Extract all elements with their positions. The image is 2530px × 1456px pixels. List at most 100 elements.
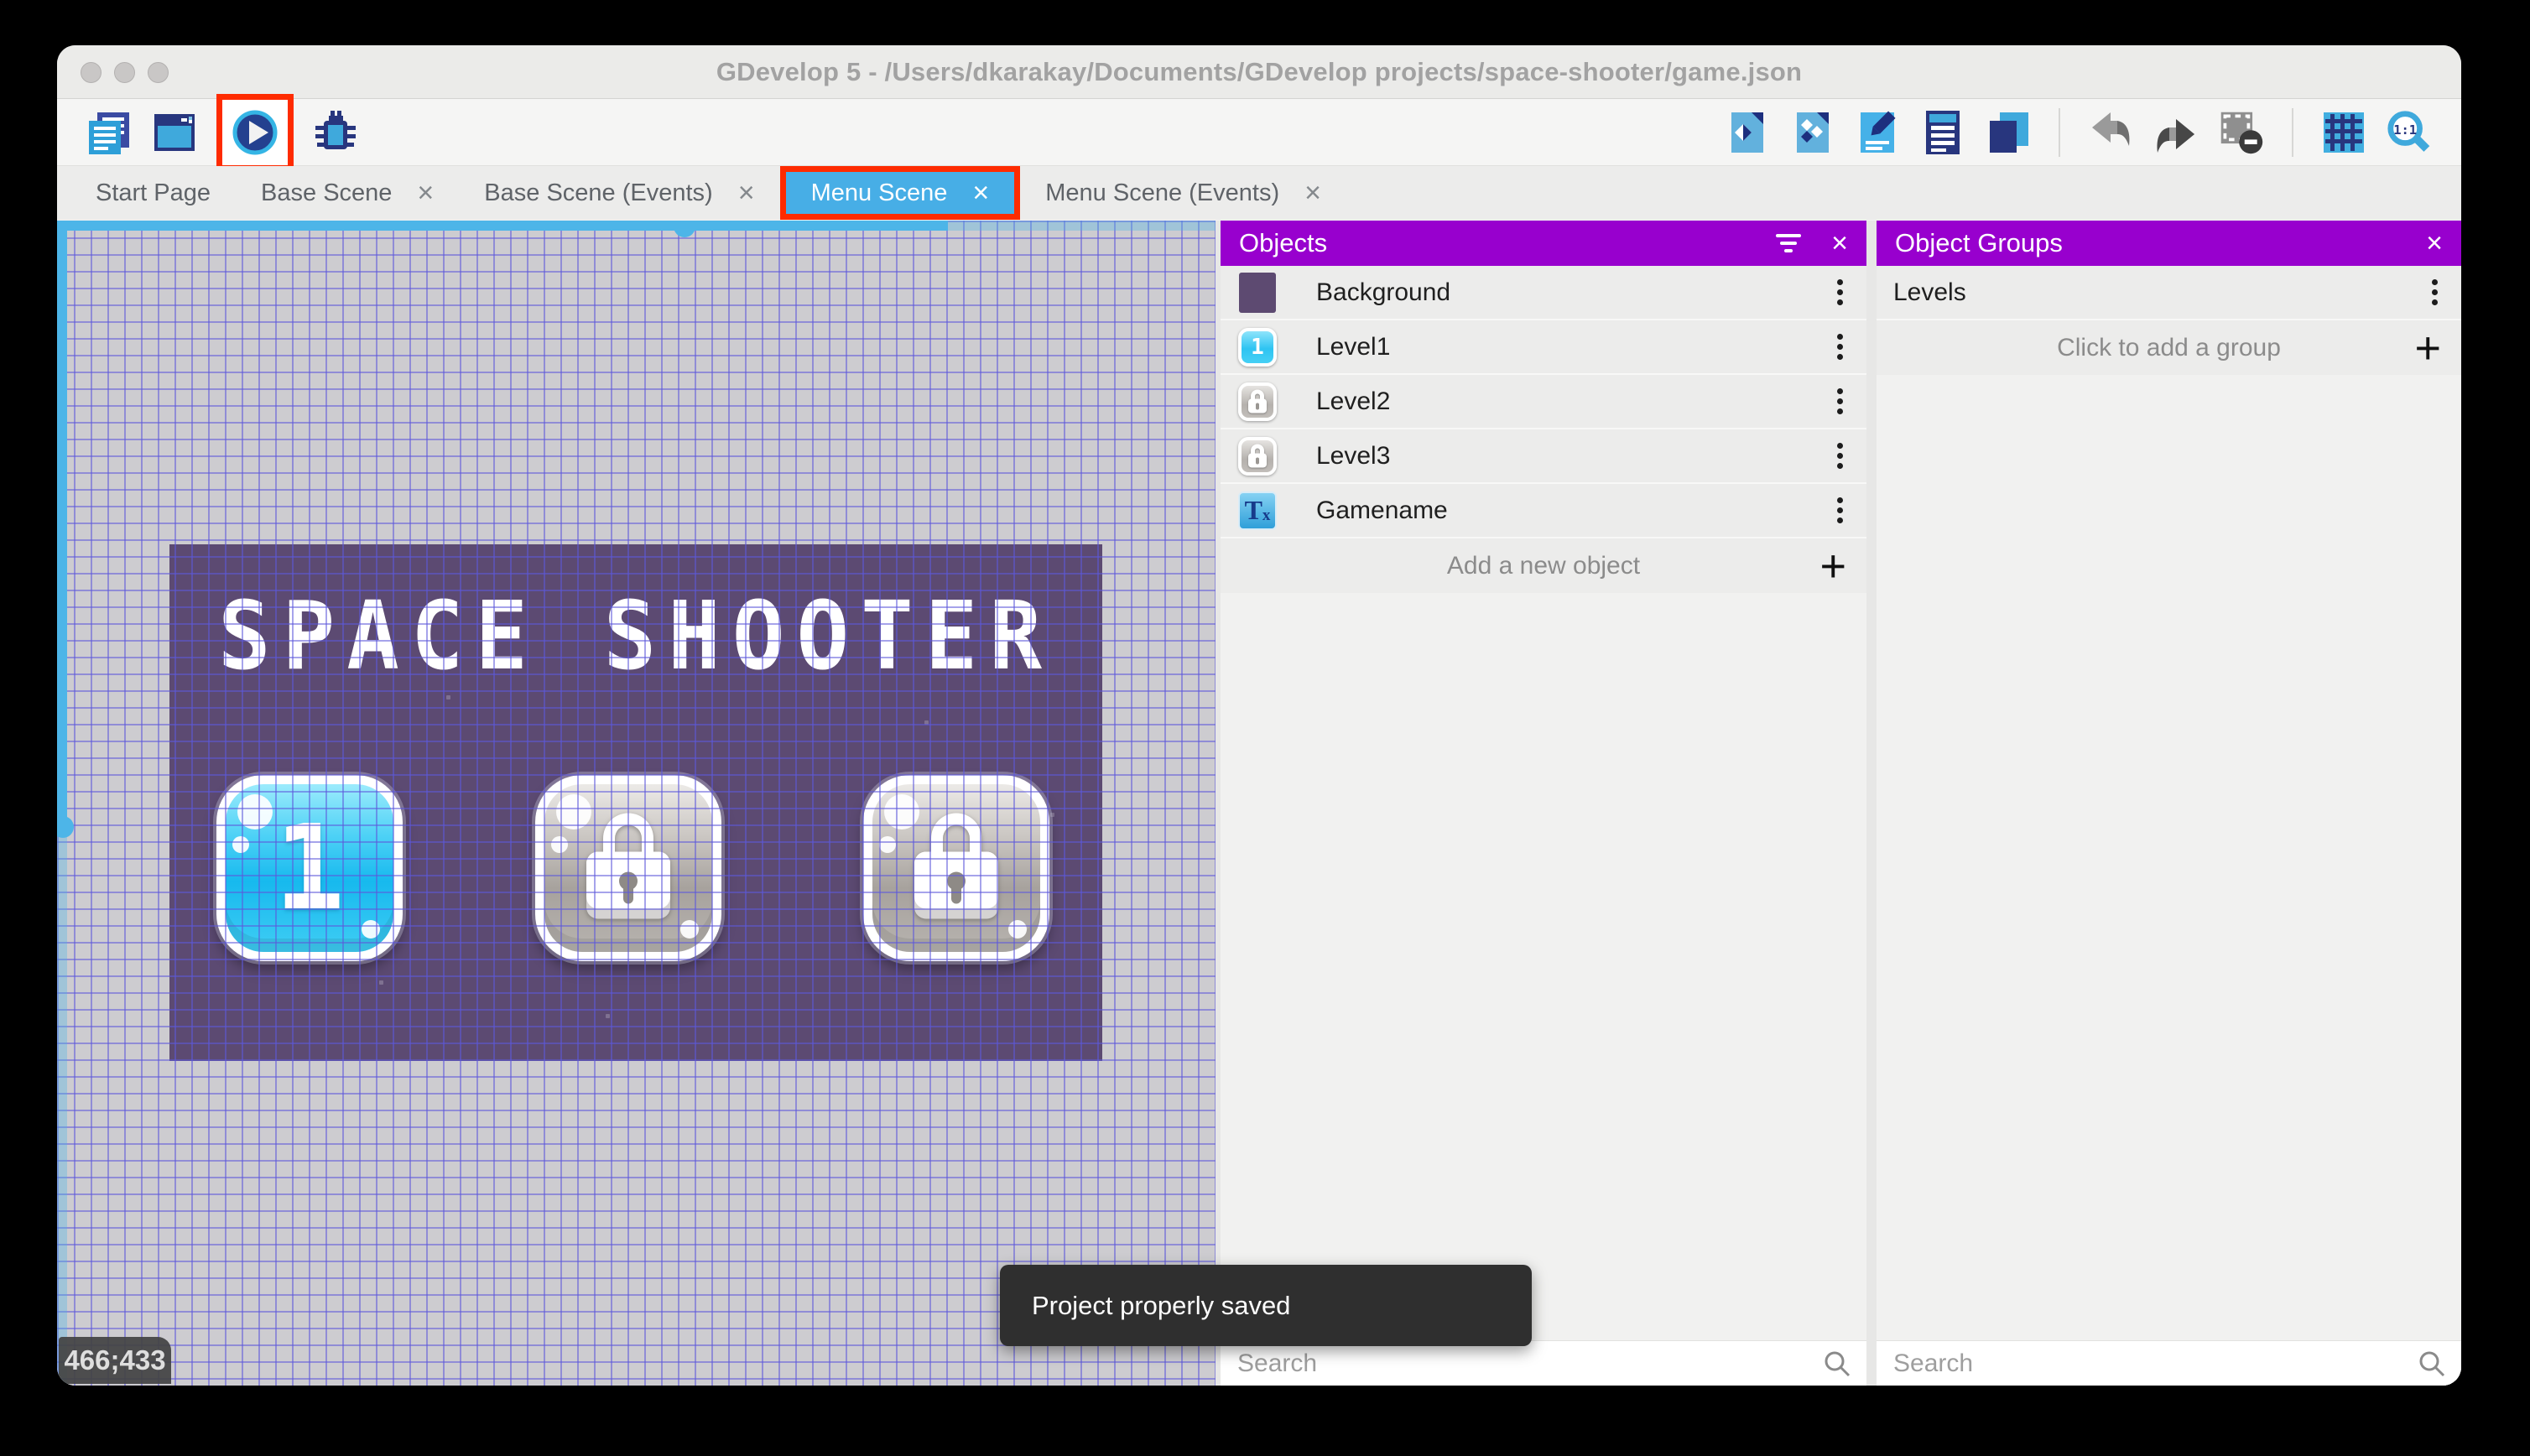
cursor-position-indicator: 466;433 (59, 1337, 171, 1384)
vertical-scrollbar-handle[interactable] (57, 816, 74, 838)
tab-label: Start Page (96, 179, 211, 206)
export-object-group-icon[interactable] (1788, 109, 1835, 156)
toggle-window-mask-icon[interactable] (2218, 109, 2265, 156)
tab-menu-scene[interactable]: Menu Scene × (779, 166, 1021, 220)
debug-icon[interactable] (312, 109, 359, 156)
toast-message: Project properly saved (1032, 1290, 1291, 1320)
play-preview-icon[interactable] (232, 109, 279, 156)
export-object-icon[interactable] (1723, 109, 1770, 156)
kebab-menu-icon[interactable] (1830, 329, 1850, 365)
tab-close-icon[interactable]: × (1304, 179, 1321, 207)
background-thumbnail (1237, 272, 1278, 313)
play-highlight-box (216, 93, 294, 171)
kebab-menu-icon[interactable] (1830, 383, 1850, 419)
gloss-highlight (551, 836, 568, 853)
instances-list-icon[interactable] (1919, 109, 1966, 156)
horizontal-scrollbar-thumb[interactable] (57, 221, 948, 231)
object-row-level3[interactable]: Level3 (1221, 429, 1866, 484)
scene-editor-canvas[interactable]: SPACE SHOOTER 1 466;433 (57, 221, 1216, 1386)
object-groups-panel-title: Object Groups (1895, 228, 2063, 257)
object-groups-panel: Object Groups × Levels Click to add a gr… (1877, 221, 2461, 1386)
level2-thumbnail (1237, 382, 1278, 422)
kebab-menu-icon[interactable] (2425, 274, 2444, 310)
gloss-highlight (680, 920, 699, 939)
lock-icon (914, 813, 998, 919)
level1-number: 1 (273, 799, 346, 937)
objects-panel: Objects × Background 1 Level1 Level2 Lev… (1221, 221, 1866, 1386)
object-groups-list: Levels Click to add a group + (1877, 266, 2461, 1340)
save-toast: Project properly saved (1000, 1265, 1532, 1346)
zoom-1-1-icon[interactable]: 1:1 (2386, 109, 2433, 156)
level1-thumbnail: 1 (1237, 327, 1278, 367)
tab-label: Base Scene (Events) (484, 179, 713, 206)
group-row-levels[interactable]: Levels (1877, 266, 2461, 320)
kebab-menu-icon[interactable] (1830, 492, 1850, 528)
add-object-plus-icon[interactable]: + (1819, 543, 1846, 589)
tabbar: Start Page Base Scene × Base Scene (Even… (57, 166, 2461, 220)
titlebar: GDevelop 5 - /Users/dkarakay/Documents/G… (57, 45, 2461, 99)
add-group-plus-icon[interactable]: + (2414, 325, 2441, 371)
gloss-highlight (879, 836, 896, 853)
object-row-level2[interactable]: Level2 (1221, 375, 1866, 429)
lock-icon (586, 813, 670, 919)
project-manager-icon[interactable] (86, 109, 133, 156)
objects-search-input[interactable] (1237, 1349, 1754, 1378)
object-row-gamename[interactable]: Tx Gamename (1221, 484, 1866, 538)
tab-base-scene[interactable]: Base Scene × (236, 166, 459, 220)
add-object-row[interactable]: Add a new object + (1221, 538, 1866, 593)
level2-button-instance[interactable] (535, 775, 721, 961)
object-groups-panel-header: Object Groups × (1877, 221, 2461, 266)
tab-close-icon[interactable]: × (417, 179, 434, 207)
kebab-menu-icon[interactable] (1830, 438, 1850, 474)
tab-label: Base Scene (261, 179, 393, 206)
svg-text:1:1: 1:1 (2393, 122, 2417, 137)
horizontal-scrollbar-handle[interactable] (674, 221, 695, 237)
layers-icon[interactable] (1985, 109, 2032, 156)
preview-window-icon[interactable] (151, 109, 198, 156)
vertical-scrollbar[interactable] (57, 221, 74, 1386)
level1-button-instance[interactable]: 1 (216, 775, 403, 961)
horizontal-scrollbar[interactable] (57, 221, 1216, 237)
vertical-scrollbar-thumb[interactable] (57, 221, 67, 827)
toolbar-separator (2292, 107, 2293, 157)
tab-close-icon[interactable]: × (972, 179, 989, 207)
undo-icon[interactable] (2087, 109, 2134, 156)
toolbar-right-group: 1:1 (1723, 107, 2433, 157)
tab-menu-scene-events[interactable]: Menu Scene (Events) × (1020, 166, 1346, 220)
properties-icon[interactable] (1854, 109, 1901, 156)
kebab-menu-icon[interactable] (1830, 274, 1850, 310)
objects-panel-header: Objects × (1221, 221, 1866, 266)
objects-search-row (1221, 1340, 1866, 1386)
object-row-level1[interactable]: 1 Level1 (1221, 320, 1866, 375)
level3-thumbnail (1237, 436, 1278, 476)
object-groups-panel-close-icon[interactable]: × (2426, 229, 2443, 257)
tab-label: Menu Scene (810, 179, 948, 206)
search-icon (2419, 1351, 2445, 1377)
tab-close-icon[interactable]: × (738, 179, 755, 207)
object-groups-search-input[interactable] (1893, 1349, 2361, 1378)
content: SPACE SHOOTER 1 466;433 Objects × Backgr… (57, 221, 2461, 1386)
search-icon (1825, 1351, 1851, 1377)
objects-list: Background 1 Level1 Level2 Level3 T x Ga… (1221, 266, 1866, 1340)
toggle-grid-icon[interactable] (2320, 109, 2367, 156)
toolbar-left-group (86, 93, 359, 171)
screen: GDevelop 5 - /Users/dkarakay/Documents/G… (0, 0, 2530, 1456)
object-row-background[interactable]: Background (1221, 266, 1866, 320)
window-title: GDevelop 5 - /Users/dkarakay/Documents/G… (716, 57, 1803, 86)
toolbar-separator (2059, 107, 2060, 157)
objects-panel-close-icon[interactable]: × (1831, 229, 1848, 257)
object-groups-search-row (1877, 1340, 2461, 1386)
scene-background[interactable]: SPACE SHOOTER 1 (169, 544, 1102, 1061)
toolbar: 1:1 (57, 93, 2461, 171)
objects-panel-title: Objects (1239, 228, 1328, 257)
level3-button-instance[interactable] (863, 775, 1049, 961)
gamename-thumbnail: Tx (1237, 491, 1278, 531)
tab-start-page[interactable]: Start Page (70, 166, 236, 220)
gloss-highlight (1008, 920, 1027, 939)
add-group-row[interactable]: Click to add a group + (1877, 320, 2461, 375)
redo-icon[interactable] (2153, 109, 2199, 156)
tab-label: Menu Scene (Events) (1045, 179, 1280, 206)
game-title-text[interactable]: SPACE SHOOTER (169, 580, 1102, 691)
tab-base-scene-events[interactable]: Base Scene (Events) × (459, 166, 779, 220)
filter-icon[interactable] (1776, 234, 1802, 252)
